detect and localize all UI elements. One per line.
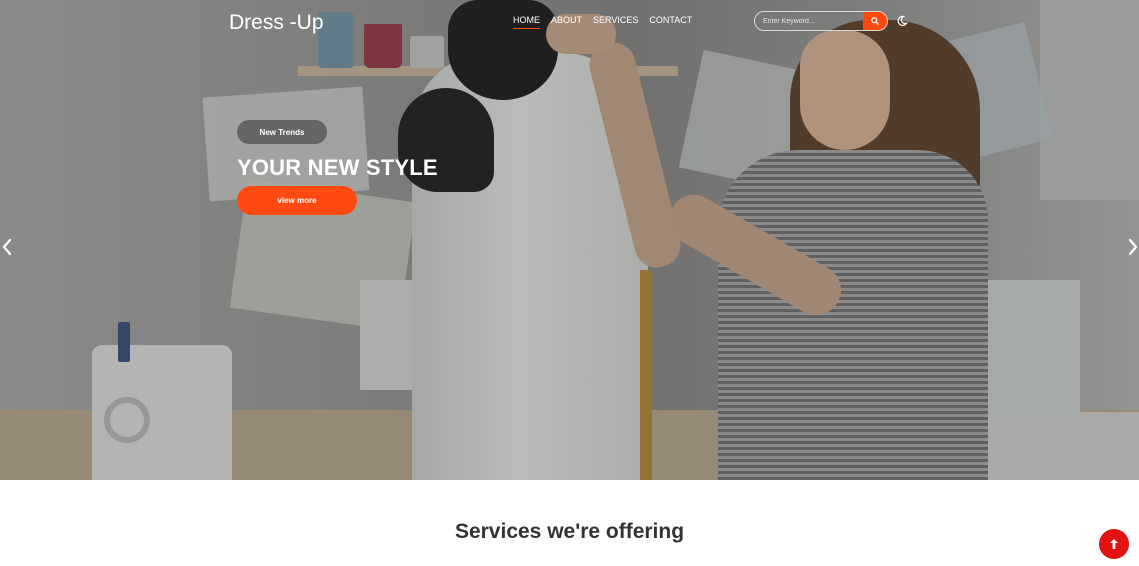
chevron-left-icon[interactable] [0, 236, 14, 258]
search-input[interactable] [755, 12, 863, 30]
main-nav: HOME ABOUT SERVICES CONTACT [513, 15, 692, 29]
chevron-right-icon[interactable] [1126, 236, 1139, 258]
search-icon [871, 17, 879, 25]
arrow-up-icon [1110, 539, 1118, 549]
services-section-title: Services we're offering [454, 520, 685, 543]
site-logo[interactable]: Dress -Up [229, 11, 324, 35]
hero-tag: New Trends [237, 120, 327, 144]
moon-icon[interactable] [896, 15, 908, 27]
search-box [754, 11, 888, 31]
search-button[interactable] [863, 12, 887, 30]
view-more-button[interactable]: view more [237, 186, 357, 215]
nav-home[interactable]: HOME [513, 15, 540, 29]
nav-contact[interactable]: CONTACT [649, 15, 692, 29]
hero-headline: YOUR NEW STYLE [237, 155, 438, 180]
back-to-top-button[interactable] [1099, 529, 1129, 559]
nav-services[interactable]: SERVICES [593, 15, 638, 29]
nav-about[interactable]: ABOUT [551, 15, 582, 29]
hero-banner: Dress -Up HOME ABOUT SERVICES CONTACT Ne… [0, 0, 1139, 480]
